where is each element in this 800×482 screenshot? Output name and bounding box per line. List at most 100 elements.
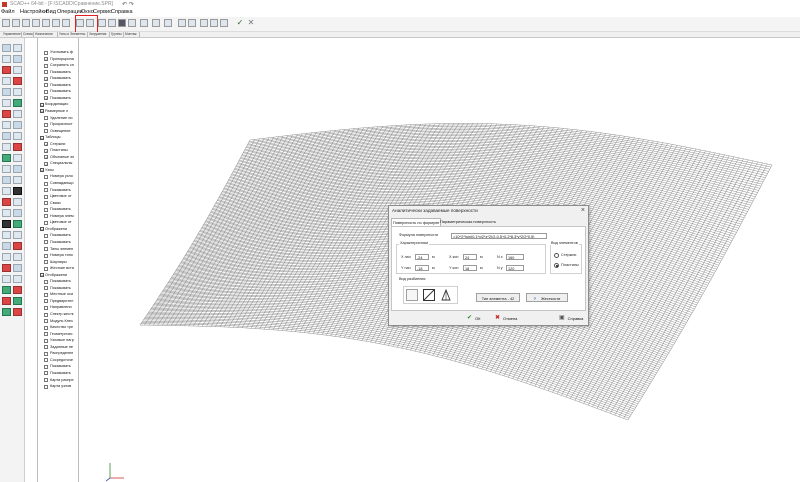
slab-icon[interactable] xyxy=(42,19,50,27)
flag-row[interactable]: Геометричес xyxy=(38,332,78,338)
table-icon[interactable] xyxy=(210,19,218,27)
flag-checkbox[interactable] xyxy=(44,122,48,127)
tool-icon[interactable] xyxy=(13,110,22,118)
flag-row[interactable]: Шарниры xyxy=(38,260,78,266)
tab-groups[interactable]: Группы xyxy=(110,32,124,37)
cancel-x-icon[interactable]: ✕ xyxy=(247,19,255,27)
expand-toggle-icon[interactable]: − xyxy=(40,109,44,114)
expand-toggle-icon[interactable]: − xyxy=(40,227,44,232)
flag-checkbox[interactable] xyxy=(44,63,48,68)
flag-checkbox[interactable] xyxy=(44,312,48,317)
flag-row[interactable]: Показывать xyxy=(38,233,78,239)
tool-icon[interactable] xyxy=(13,88,22,96)
partition-square-icon[interactable] xyxy=(406,289,418,301)
array-icon[interactable] xyxy=(164,19,172,27)
flag-checkbox[interactable] xyxy=(44,371,48,376)
stiffness-button[interactable]: ? Жесткости xyxy=(526,293,568,302)
tab-control[interactable]: Управление xyxy=(2,32,22,37)
element-type-button[interactable]: Тип элемента - 42 xyxy=(476,293,520,302)
flag-row[interactable]: Учитывать ф xyxy=(38,50,78,56)
tool-icon[interactable] xyxy=(2,253,11,261)
shell-icon[interactable] xyxy=(62,19,70,27)
tool-icon[interactable] xyxy=(2,143,11,151)
flag-row[interactable]: − Отображени xyxy=(38,227,78,233)
tool-icon[interactable] xyxy=(13,99,22,107)
flag-checkbox[interactable] xyxy=(44,319,48,324)
flag-row[interactable]: − Таблицы xyxy=(38,135,78,141)
flag-row[interactable]: ✓ Специальны xyxy=(38,161,78,167)
expand-toggle-icon[interactable]: − xyxy=(40,135,44,140)
copy-icon[interactable] xyxy=(108,19,116,27)
tab-assembly[interactable]: Монтаж xyxy=(124,32,140,37)
flag-checkbox[interactable] xyxy=(44,332,48,337)
flag-checkbox[interactable] xyxy=(44,207,48,212)
apply-check-icon[interactable]: ✓ xyxy=(236,19,244,27)
flag-checkbox[interactable]: ✓ xyxy=(44,148,48,153)
flag-checkbox[interactable] xyxy=(44,194,48,199)
flag-checkbox[interactable] xyxy=(44,188,48,193)
flag-row[interactable]: Показывать xyxy=(38,240,78,246)
tool-icon[interactable] xyxy=(2,77,11,85)
flag-checkbox[interactable]: ✓ xyxy=(44,76,48,81)
tool-icon[interactable] xyxy=(13,154,22,162)
flag-checkbox[interactable]: ✓ xyxy=(44,161,48,166)
flag-checkbox[interactable] xyxy=(44,181,48,186)
tool-icon[interactable] xyxy=(2,165,11,173)
tab-assignments[interactable]: Назначения xyxy=(34,32,58,37)
flag-row[interactable]: Номера типо xyxy=(38,253,78,259)
partition-diagonal-icon[interactable] xyxy=(423,289,435,301)
flag-row[interactable]: Связи xyxy=(38,201,78,207)
flag-checkbox[interactable] xyxy=(44,364,48,369)
tool-icon[interactable] xyxy=(13,297,22,305)
tab-parametric-surface[interactable]: Параметрическая поверхность xyxy=(439,218,505,226)
flag-checkbox[interactable]: ✓ xyxy=(44,142,48,147)
flag-row[interactable]: − Размерные л xyxy=(38,109,78,115)
flag-row[interactable]: Модуль Кнез xyxy=(38,319,78,325)
plates-radio[interactable] xyxy=(554,263,559,268)
flag-row[interactable]: Совпадающи xyxy=(38,181,78,187)
rotate-view-icon[interactable] xyxy=(2,19,10,27)
flag-row[interactable]: ✓ Пластины xyxy=(38,148,78,154)
flag-row[interactable]: Жесткие вста xyxy=(38,266,78,272)
flag-checkbox[interactable] xyxy=(44,247,48,251)
flag-row[interactable]: Цветовое от xyxy=(38,194,78,200)
flag-row[interactable]: Цветовое от xyxy=(38,220,78,226)
flag-checkbox[interactable] xyxy=(44,345,48,350)
flag-row[interactable]: Номера элем xyxy=(38,214,78,220)
expand-toggle-icon[interactable]: − xyxy=(40,273,44,278)
flag-row[interactable]: Типы элемен xyxy=(38,247,78,253)
flag-checkbox[interactable] xyxy=(44,70,48,75)
flag-row[interactable]: Показывать xyxy=(38,83,78,89)
flag-checkbox[interactable] xyxy=(44,384,48,389)
nx-input[interactable]: 160 xyxy=(506,254,524,260)
tool-icon[interactable] xyxy=(13,253,22,261)
tool-icon[interactable] xyxy=(13,231,22,239)
tool-icon[interactable] xyxy=(13,77,22,85)
frame-icon[interactable] xyxy=(32,19,40,27)
flag-checkbox[interactable] xyxy=(44,116,48,120)
split-icon[interactable] xyxy=(178,19,186,27)
flag-checkbox[interactable] xyxy=(44,292,48,297)
flag-checkbox[interactable] xyxy=(44,260,48,265)
flag-row[interactable]: ✓ Показывать xyxy=(38,76,78,82)
tool-icon[interactable] xyxy=(2,220,11,228)
pack-icon[interactable] xyxy=(152,19,160,27)
flag-row[interactable]: Показывать xyxy=(38,279,78,285)
grid-icon[interactable] xyxy=(118,19,126,27)
mesh-icon[interactable] xyxy=(22,19,30,27)
y-start-input[interactable]: -18 xyxy=(415,265,429,271)
flag-row[interactable]: Распределен xyxy=(38,351,78,357)
flag-checkbox[interactable] xyxy=(44,338,48,343)
flag-row[interactable]: Освещение xyxy=(38,129,78,135)
tool-icon[interactable] xyxy=(13,220,22,228)
flag-row[interactable]: Показывать xyxy=(38,89,78,95)
flag-row[interactable]: Показывать xyxy=(38,371,78,377)
flag-checkbox[interactable] xyxy=(44,83,48,88)
flag-row[interactable]: Показывать xyxy=(38,70,78,76)
menu-view[interactable]: Вид xyxy=(46,9,56,15)
menu-file[interactable]: Файл xyxy=(1,9,15,15)
tool-icon[interactable] xyxy=(2,297,11,305)
flag-checkbox[interactable] xyxy=(44,129,48,134)
tab-nodes-elements[interactable]: Узлы и Элементы xyxy=(58,32,88,37)
flag-row[interactable]: ✓ Стержни xyxy=(38,142,78,148)
